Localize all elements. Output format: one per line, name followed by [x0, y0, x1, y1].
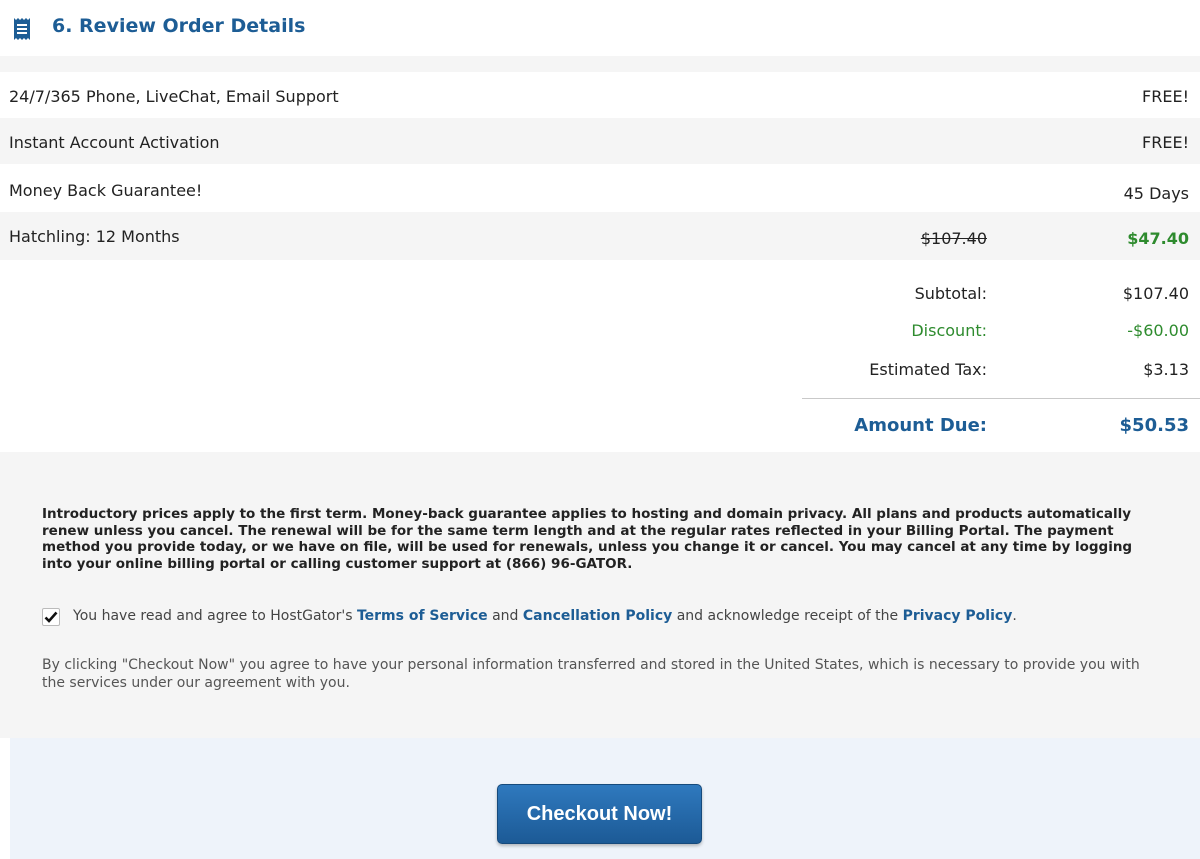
amount-due-value: $50.53: [1119, 415, 1189, 436]
discount-label: Discount:: [911, 321, 987, 340]
tax-value: $3.13: [1143, 360, 1189, 379]
data-transfer-notice: By clicking "Checkout Now" you agree to …: [42, 657, 1140, 691]
terms-of-service-link[interactable]: Terms of Service: [357, 608, 488, 624]
ack-text: and acknowledge receipt of the: [672, 608, 903, 624]
subtotal-label: Subtotal:: [914, 284, 987, 303]
cancellation-policy-link[interactable]: Cancellation Policy: [523, 608, 672, 624]
order-item-label: Instant Account Activation: [9, 133, 220, 152]
order-item-value: FREE!: [1142, 133, 1189, 152]
receipt-icon: [14, 18, 30, 40]
agree-prefix: You have read and agree to HostGator's: [73, 608, 357, 624]
order-item-label: Hatchling: 12 Months: [9, 227, 180, 246]
discount-value: -$60.00: [1127, 321, 1189, 340]
and-text: and: [487, 608, 523, 624]
privacy-policy-link[interactable]: Privacy Policy: [903, 608, 1013, 624]
order-item-label: Money Back Guarantee!: [9, 181, 203, 200]
checkmark-icon: [44, 611, 58, 623]
original-price: $107.40: [920, 229, 987, 248]
tax-label: Estimated Tax:: [869, 360, 987, 379]
order-row-plan: Hatchling: 12 Months $107.40 $47.40: [0, 212, 1200, 260]
order-item-value: FREE!: [1142, 87, 1189, 106]
order-row-activation: Instant Account Activation FREE!: [0, 118, 1200, 164]
header-divider: [0, 56, 1200, 72]
checkout-area: Checkout Now!: [10, 738, 1200, 859]
checkout-now-button[interactable]: Checkout Now!: [497, 784, 702, 844]
tax-line: Estimated Tax: $3.13: [800, 360, 1200, 380]
subtotal-value: $107.40: [1122, 284, 1189, 303]
discount-line: Discount: -$60.00: [800, 321, 1200, 341]
order-row-support: 24/7/365 Phone, LiveChat, Email Support …: [0, 72, 1200, 118]
order-row-guarantee: Money Back Guarantee! 45 Days: [0, 166, 1200, 212]
amount-due-line: Amount Due: $50.53: [800, 415, 1200, 436]
order-item-value: 45 Days: [1123, 184, 1189, 203]
order-item-label: 24/7/365 Phone, LiveChat, Email Support: [9, 87, 339, 106]
discounted-price: $47.40: [1127, 229, 1189, 248]
agreement-text: You have read and agree to HostGator's T…: [73, 607, 1017, 625]
agree-checkbox[interactable]: [42, 608, 60, 626]
totals-divider: [802, 398, 1200, 399]
period-text: .: [1012, 608, 1017, 624]
order-totals: Subtotal: $107.40 Discount: -$60.00 Esti…: [0, 260, 1200, 452]
page-title: 6. Review Order Details: [52, 15, 306, 37]
subtotal-line: Subtotal: $107.40: [800, 284, 1200, 304]
renewal-disclaimer: Introductory prices apply to the first t…: [42, 506, 1133, 572]
legal-section: Introductory prices apply to the first t…: [0, 452, 1200, 738]
amount-due-label: Amount Due:: [854, 415, 987, 436]
section-header: 6. Review Order Details: [0, 0, 1200, 56]
